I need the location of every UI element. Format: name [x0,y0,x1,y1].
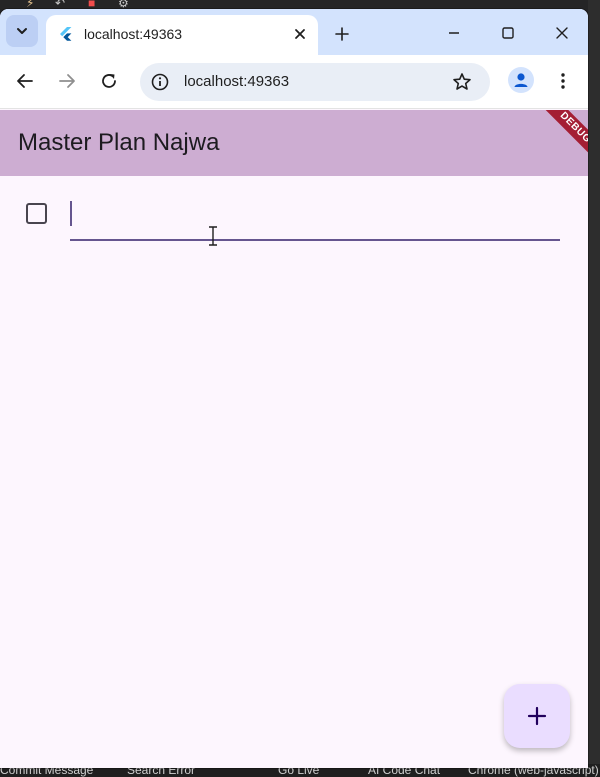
bookmark-button[interactable] [450,70,474,94]
more-vert-icon [561,73,565,89]
text-cursor-icon [209,226,217,246]
minimize-icon [449,32,459,34]
debug-banner: DEBUG [530,110,588,173]
tab-search-button[interactable] [6,15,38,47]
browser-toolbar: localhost:49363 [0,55,588,109]
back-button[interactable] [11,67,39,95]
profile-button[interactable] [508,67,534,93]
arrow-right-icon [59,74,75,88]
star-icon [453,73,471,90]
active-tab[interactable]: localhost:49363 [46,15,318,55]
task-description-input[interactable] [70,191,560,241]
background-ide-edge [588,0,600,777]
address-bar[interactable]: localhost:49363 [140,63,490,101]
task-row [0,191,588,241]
info-icon [151,73,169,91]
browser-window: localhost:49363 localhost:49363 Master P… [0,9,588,768]
new-tab-button[interactable] [330,22,354,46]
reload-button[interactable] [95,67,123,95]
site-info-button[interactable] [148,70,172,94]
close-icon [295,29,305,39]
browser-menu-button[interactable] [549,67,577,95]
flutter-icon [60,27,72,41]
person-icon [514,73,528,87]
maximize-icon [502,27,514,39]
arrow-left-icon [17,74,33,88]
chevron-down-icon [17,28,27,34]
url-text: localhost:49363 [184,73,290,90]
plus-icon [527,706,547,726]
forward-button[interactable] [53,67,81,95]
close-icon [556,27,568,39]
text-caret [70,201,72,226]
app-bar: Master Plan Najwa DEBUG [0,110,588,176]
page-title: Master Plan Najwa [18,129,220,156]
minimize-button[interactable] [442,21,466,45]
reload-icon [102,74,116,88]
close-window-button[interactable] [550,21,574,45]
tab-title: localhost:49363 [84,26,183,42]
tab-strip: localhost:49363 [0,9,588,55]
tab-close-button[interactable] [290,24,310,44]
plus-icon [335,27,349,41]
task-checkbox[interactable] [26,203,47,224]
add-task-button[interactable] [504,684,570,748]
maximize-button[interactable] [496,21,520,45]
